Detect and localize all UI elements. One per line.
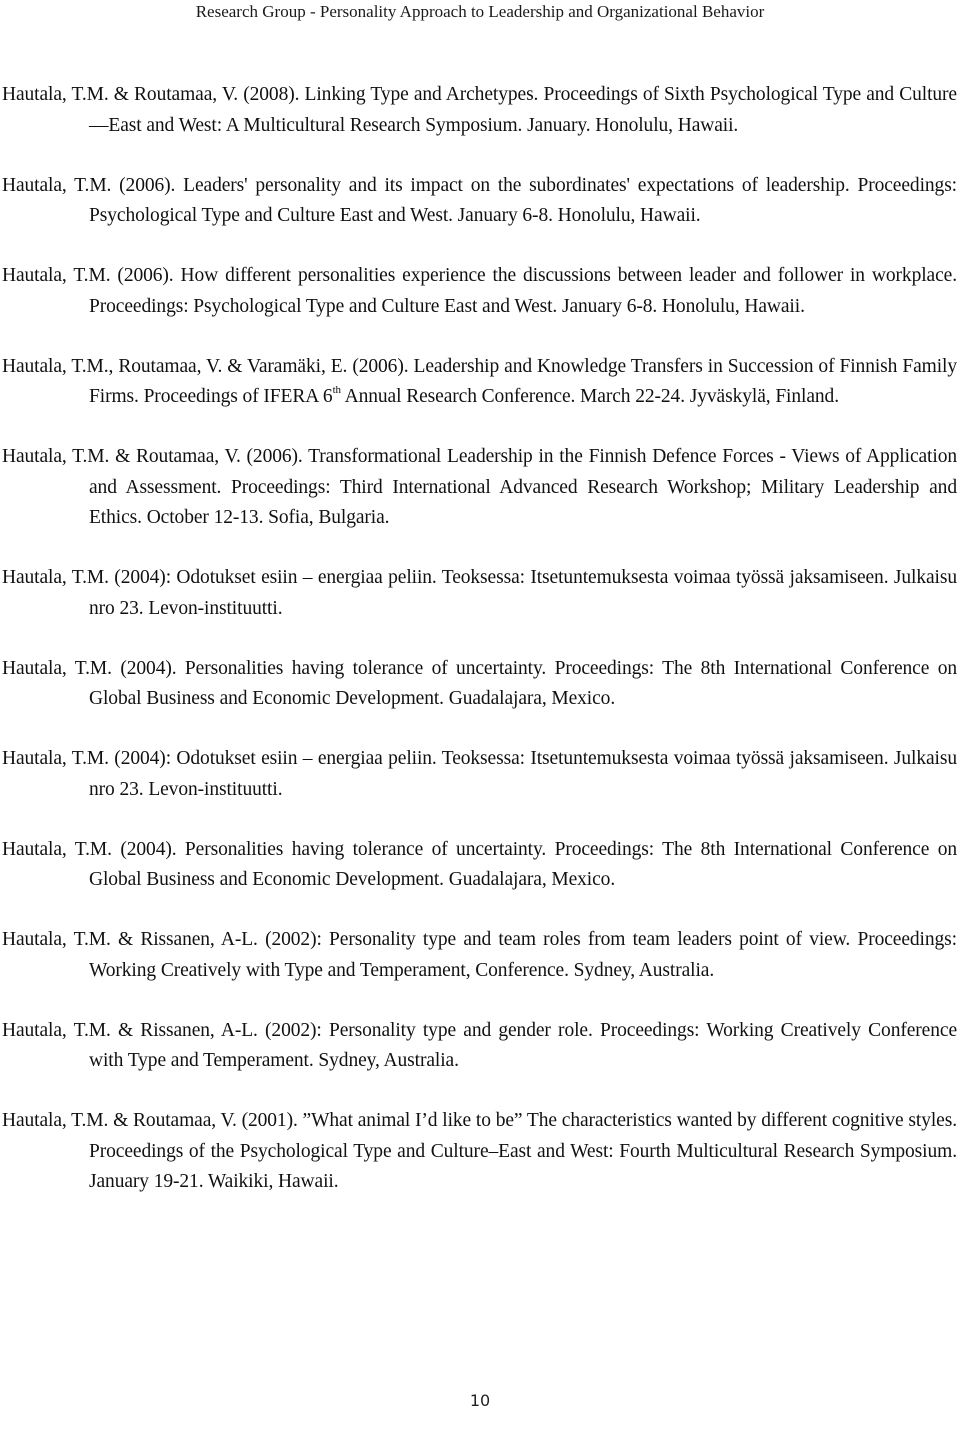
reference-entry: Hautala, T.M. & Routamaa, V. (2001). ”Wh… [2,1110,957,1192]
reference-entry: Hautala, T.M., Routamaa, V. & Varamäki, … [2,352,957,413]
ordinal-superscript: th [332,384,341,396]
reference-entry: Hautala, T.M. & Routamaa, V. (2006). Tra… [2,446,957,528]
reference-entry: Hautala, T.M. (2006). How different pers… [2,265,957,317]
reference-entry: Hautala, T.M. (2006). Leaders' personali… [2,174,957,227]
page-number: 10 [469,1391,491,1410]
reference-entry: Hautala, T.M. & Rissanen, A-L. (2002): P… [2,1019,957,1072]
reference-entry: Hautala, T.M. & Routamaa, V. (2008). Lin… [2,84,957,136]
reference-list: Hautala, T.M. & Routamaa, V. (2008). Lin… [2,80,957,1227]
reference-entry: Hautala, T.M. (2004). Personalities havi… [2,838,957,891]
reference-entry: Hautala, T.M. (2004): Odotukset esiin – … [2,748,957,800]
reference-entry: Hautala, T.M. (2004): Odotukset esiin – … [2,567,957,619]
page-header: Research Group - Personality Approach to… [195,2,765,21]
reference-entry: Hautala, T.M. (2004). Personalities havi… [2,657,957,710]
reference-text: Annual Research Conference. March 22-24.… [340,386,839,407]
reference-entry: Hautala, T.M. & Rissanen, A-L. (2002): P… [2,929,957,981]
